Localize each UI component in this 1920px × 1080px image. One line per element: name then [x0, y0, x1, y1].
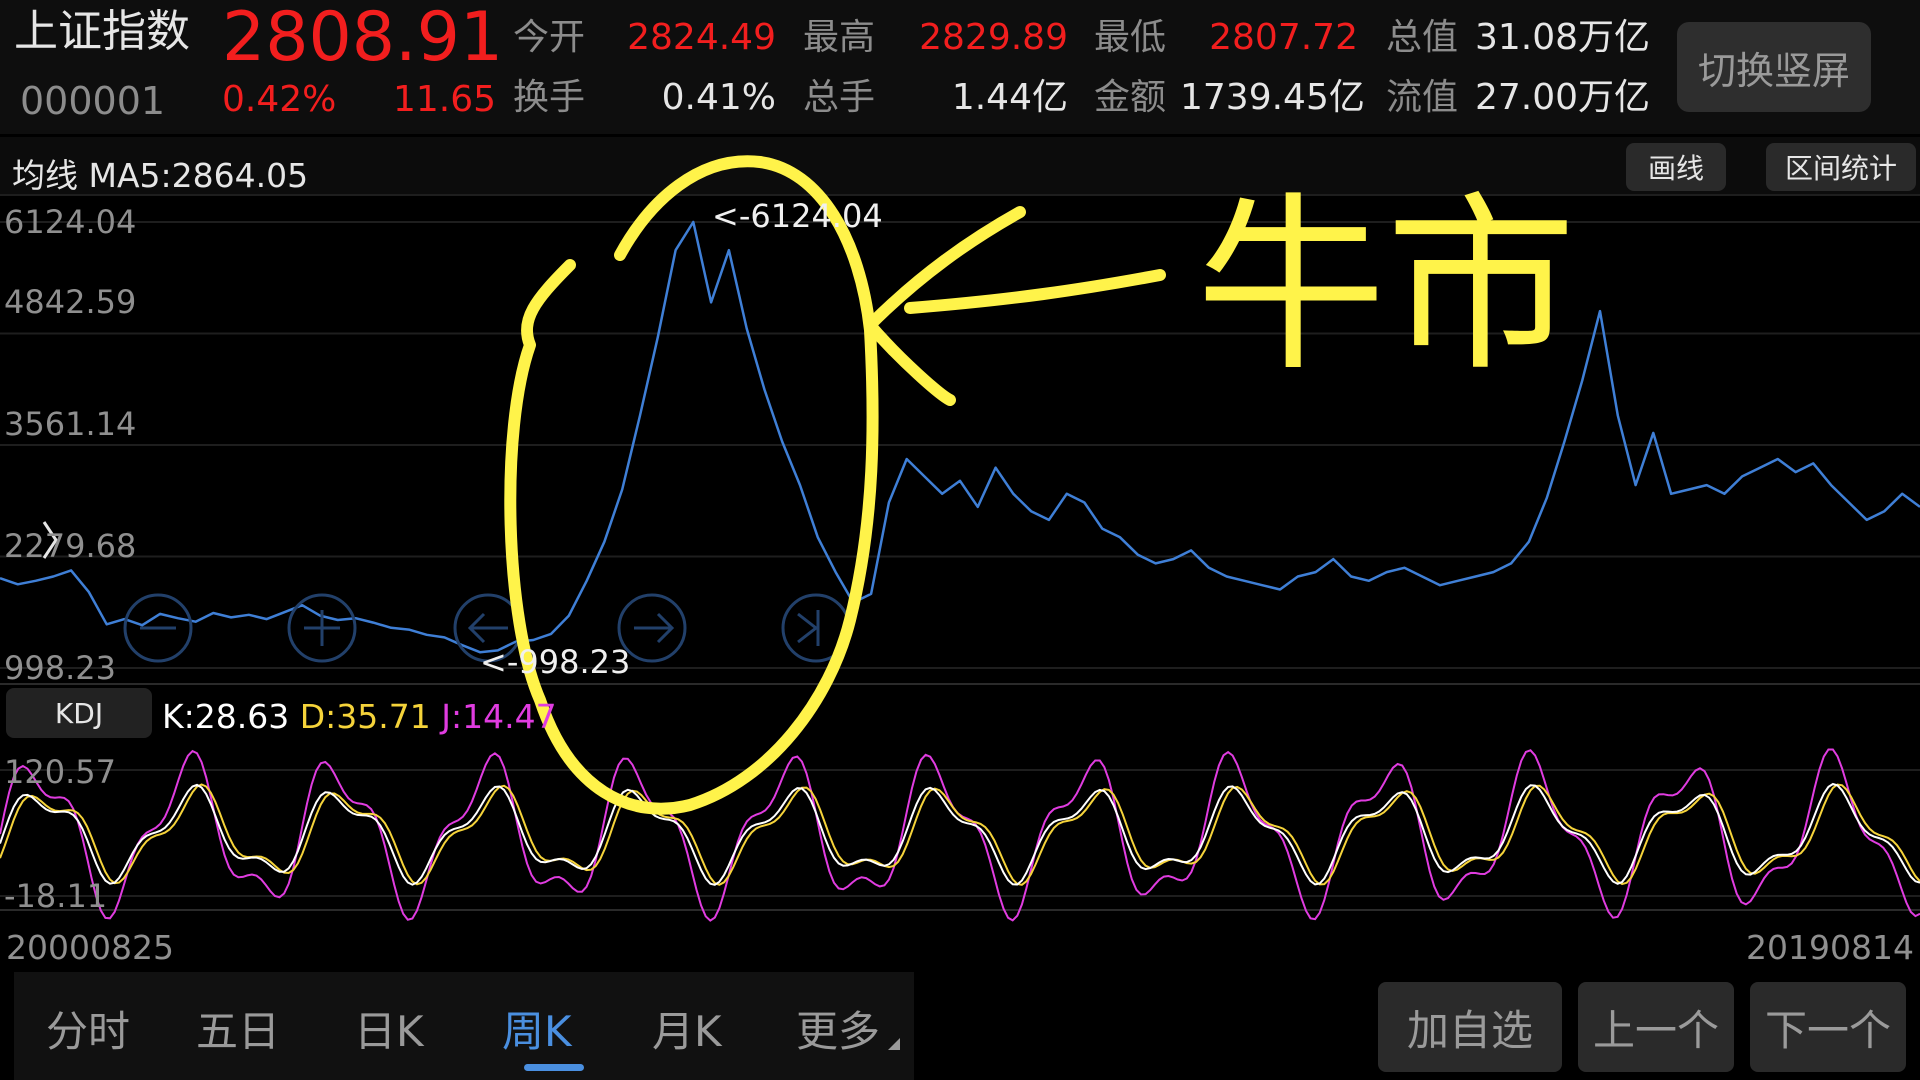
- change-percent: 0.42%: [222, 79, 337, 120]
- jump-end-icon[interactable]: [781, 593, 851, 663]
- turnover-label: 换手: [513, 77, 586, 118]
- more-dropdown-icon: [888, 1038, 900, 1050]
- y-tick-label: 4842.59: [4, 283, 137, 321]
- j-value: J:14.47: [441, 697, 557, 736]
- price-line: [0, 220, 1920, 654]
- min-price-label: <-998.23: [480, 643, 631, 681]
- start-date-label: 20000825: [6, 928, 174, 967]
- max-price-label: <-6124.04: [712, 197, 883, 235]
- d-line: [0, 783, 1920, 886]
- previous-button[interactable]: 上一个: [1578, 982, 1734, 1072]
- mktcap-label: 总值: [1386, 17, 1459, 58]
- next-button[interactable]: 下一个: [1750, 982, 1906, 1072]
- high-label: 最高: [803, 17, 876, 58]
- kdj-series: [0, 748, 1920, 922]
- mktcap-value: 31.08万亿: [1474, 17, 1650, 58]
- d-value: D:35.71: [299, 697, 431, 736]
- k-value: K:28.63: [162, 697, 290, 736]
- turnover-value: 0.41%: [661, 77, 776, 118]
- kdj-values: K:28.63 D:35.71 J:14.47: [162, 697, 557, 736]
- floatcap-value: 27.00万亿: [1474, 77, 1650, 118]
- k-line: [0, 782, 1920, 886]
- add-watchlist-button[interactable]: 加自选: [1378, 982, 1562, 1072]
- index-name: 上证指数: [14, 6, 190, 57]
- tab-weekly-k[interactable]: 周K: [502, 998, 572, 1059]
- y-tick-label: 6124.04: [4, 203, 137, 241]
- tab-monthly-k[interactable]: 月K: [652, 998, 722, 1059]
- volume-label: 总手: [803, 77, 876, 118]
- kdj-indicator-button[interactable]: KDJ: [6, 688, 152, 738]
- floatcap-label: 流值: [1386, 77, 1459, 118]
- change-amount: 11.65: [393, 79, 497, 120]
- volume-value: 1.44亿: [951, 77, 1068, 118]
- switch-portrait-button[interactable]: 切换竖屏: [1677, 22, 1871, 112]
- open-label: 今开: [513, 17, 586, 58]
- low-value: 2807.72: [1209, 17, 1358, 58]
- zoom-in-icon[interactable]: [287, 593, 357, 663]
- kdj-y-tick-label: -18.11: [4, 877, 108, 915]
- tab-more[interactable]: 更多: [796, 998, 880, 1059]
- j-line: [0, 748, 1920, 922]
- zoom-out-icon[interactable]: [123, 593, 193, 663]
- ma-bar: 均线 MA5:2864.05 画线 区间统计: [0, 137, 1920, 195]
- y-tick-label: 3561.14: [4, 405, 137, 443]
- range-stats-button[interactable]: 区间统计: [1766, 143, 1916, 191]
- kdj-grid: [0, 769, 1920, 911]
- tab-five-day[interactable]: 五日: [196, 998, 280, 1059]
- ma5-label: 均线 MA5:2864.05: [12, 156, 309, 195]
- last-price: 2808.91: [222, 0, 504, 77]
- main-grid: [0, 194, 1920, 685]
- y-tick-label: 2279.68: [4, 527, 137, 565]
- active-tab-indicator: [524, 1064, 584, 1071]
- draw-line-button[interactable]: 画线: [1626, 143, 1726, 191]
- amount-label: 金额: [1094, 77, 1167, 118]
- amount-value: 1739.45亿: [1180, 77, 1365, 118]
- quote-header: 上证指数 000001 2808.91 0.42% 11.65 今开 2824.…: [0, 0, 1920, 134]
- index-code: 000001: [20, 79, 166, 123]
- bull-market-text: 牛市: [1196, 176, 1577, 397]
- high-value: 2829.89: [919, 17, 1068, 58]
- end-date-label: 20190814: [1746, 928, 1914, 967]
- open-value: 2824.49: [627, 17, 776, 58]
- tab-intraday[interactable]: 分时: [46, 998, 130, 1059]
- tab-daily-k[interactable]: 日K: [354, 998, 424, 1059]
- price-series: [0, 220, 1920, 654]
- kdj-y-tick-label: 120.57: [4, 753, 116, 791]
- low-label: 最低: [1094, 17, 1167, 58]
- kdj-bar: KDJ K:28.63 D:35.71 J:14.47: [0, 684, 1920, 742]
- period-tabs: 分时 五日 日K 周K 月K 更多: [14, 972, 914, 1080]
- y-tick-label: 998.23: [4, 649, 116, 687]
